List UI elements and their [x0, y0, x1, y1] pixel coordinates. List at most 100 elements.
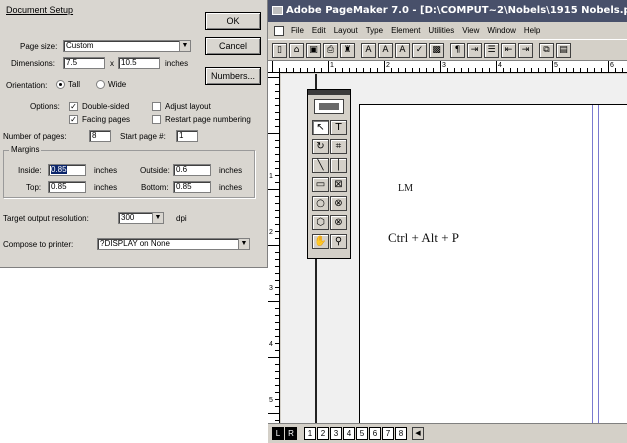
- pointer-tool-icon[interactable]: ↖: [312, 120, 329, 135]
- paragraph-icon[interactable]: ¶: [450, 42, 465, 58]
- ruler-tick: [531, 68, 532, 72]
- outside-field[interactable]: 0.6: [173, 164, 211, 176]
- open-icon[interactable]: ⌂: [289, 42, 304, 58]
- ruler-tick: [275, 343, 279, 344]
- text-tool-icon[interactable]: T: [330, 120, 347, 135]
- inside-field[interactable]: 0.85: [48, 164, 86, 176]
- ruler-tick: [275, 196, 279, 197]
- page-text-lm[interactable]: LM: [398, 183, 413, 194]
- page-size-label: Page size:: [20, 42, 58, 51]
- inside-unit: inches: [94, 166, 118, 175]
- ruler-number: 5: [554, 62, 558, 69]
- vertical-ruler[interactable]: 1 2 3 4 5: [268, 73, 280, 423]
- ruler-tick: [573, 68, 574, 72]
- rectangle-tool-icon[interactable]: ▭: [312, 177, 329, 192]
- master-page-tab[interactable]: L: [272, 427, 284, 440]
- ok-button[interactable]: OK: [205, 12, 261, 30]
- font-icon[interactable]: A: [361, 42, 376, 58]
- menu-window[interactable]: Window: [483, 22, 519, 39]
- decrease-indent-icon[interactable]: ⇤: [501, 42, 516, 58]
- menu-edit[interactable]: Edit: [308, 22, 330, 39]
- page-tab[interactable]: 4: [343, 427, 355, 440]
- page-tab[interactable]: 1: [304, 427, 316, 440]
- wide-radio[interactable]: [96, 80, 105, 89]
- font-larger-icon[interactable]: A: [378, 42, 393, 58]
- ruler-tick: [275, 336, 279, 337]
- menu-utilities[interactable]: Utilities: [424, 22, 458, 39]
- ruler-tick: [538, 68, 539, 72]
- top-field[interactable]: 0.85: [48, 181, 86, 193]
- menu-type[interactable]: Type: [362, 22, 387, 39]
- page-tab[interactable]: 8: [395, 427, 407, 440]
- printer-select[interactable]: ?DISPLAY on None ▼: [97, 238, 250, 250]
- page-tab[interactable]: 7: [382, 427, 394, 440]
- double-sided-label: Double-sided: [82, 102, 130, 111]
- ruler-tick: [275, 266, 279, 267]
- cancel-button[interactable]: Cancel: [205, 37, 261, 55]
- copy-icon[interactable]: ⧉: [539, 42, 554, 58]
- tall-radio[interactable]: [56, 80, 65, 89]
- document-page[interactable]: LM Ctrl + Alt + P: [359, 104, 627, 423]
- page-tab[interactable]: 3: [330, 427, 342, 440]
- bottom-field[interactable]: 0.85: [173, 181, 211, 193]
- double-sided-checkbox[interactable]: ✓: [69, 102, 78, 111]
- ruler-tick: [328, 61, 329, 72]
- rectangle-frame-tool-icon[interactable]: ⊠: [330, 177, 347, 192]
- height-field[interactable]: 10.5: [118, 57, 160, 69]
- number-of-pages-value: 8: [92, 131, 97, 140]
- page-tab[interactable]: 5: [356, 427, 368, 440]
- line-tool-icon[interactable]: ╲: [312, 158, 329, 173]
- paste-icon[interactable]: ▤: [556, 42, 571, 58]
- zoom-tool-icon[interactable]: ⚲: [330, 234, 347, 249]
- page-text-shortcut[interactable]: Ctrl + Alt + P: [388, 230, 459, 246]
- toolbox-title-bar[interactable]: [308, 90, 350, 95]
- save-icon[interactable]: ▣: [306, 42, 321, 58]
- resolution-select[interactable]: 300 ▼: [118, 212, 164, 224]
- menu-layout[interactable]: Layout: [330, 22, 362, 39]
- ruler-tick: [268, 133, 279, 134]
- polygon-frame-tool-icon[interactable]: ⊗: [330, 215, 347, 230]
- number-of-pages-field[interactable]: 8: [89, 130, 111, 142]
- crop-tool-icon[interactable]: ⌗: [330, 139, 347, 154]
- width-field[interactable]: 7.5: [63, 57, 105, 69]
- constrained-line-tool-icon[interactable]: │—: [330, 158, 347, 184]
- ruler-tick: [275, 231, 279, 232]
- ellipse-frame-tool-icon[interactable]: ⊗: [330, 196, 347, 211]
- restart-numbering-checkbox[interactable]: [152, 115, 161, 124]
- print-icon[interactable]: ⎙: [323, 42, 338, 58]
- menu-element[interactable]: Element: [387, 22, 424, 39]
- menu-help[interactable]: Help: [520, 22, 544, 39]
- rotate-tool-icon[interactable]: ↻: [312, 139, 329, 154]
- indent-icon[interactable]: ⇥: [467, 42, 482, 58]
- font-smaller-icon[interactable]: A: [395, 42, 410, 58]
- chevron-down-icon: ▼: [152, 213, 163, 223]
- start-page-field[interactable]: 1: [176, 130, 198, 142]
- menu-file[interactable]: File: [287, 22, 308, 39]
- increase-indent-icon[interactable]: ⇥: [518, 42, 533, 58]
- ruler-tick: [447, 68, 448, 72]
- document-canvas[interactable]: LM Ctrl + Alt + P ↖T↻⌗╲│—▭⊠○⊗⬡⊗✋⚲: [281, 74, 627, 423]
- hand-tool-icon[interactable]: ✋: [312, 234, 329, 249]
- bottom-value: 0.85: [176, 182, 192, 191]
- document-icon[interactable]: [274, 25, 284, 36]
- frame-icon[interactable]: ▩: [429, 42, 444, 58]
- spellcheck-icon[interactable]: ✓: [412, 42, 427, 58]
- ellipse-tool-icon[interactable]: ○: [312, 196, 329, 211]
- numbers-button[interactable]: Numbers...: [205, 67, 261, 85]
- find-icon[interactable]: ♜: [340, 42, 355, 58]
- scroll-left-icon[interactable]: ◀: [412, 427, 424, 440]
- page-tab[interactable]: 6: [369, 427, 381, 440]
- menu-view[interactable]: View: [458, 22, 483, 39]
- bullets-icon[interactable]: ☰: [484, 42, 499, 58]
- page-size-select[interactable]: Custom ▼: [63, 40, 191, 52]
- ruler-tick: [275, 168, 279, 169]
- ruler-tick: [275, 217, 279, 218]
- ruler-tick: [275, 378, 279, 379]
- adjust-layout-checkbox[interactable]: [152, 102, 161, 111]
- page-tab[interactable]: 2: [317, 427, 329, 440]
- facing-pages-checkbox[interactable]: ✓: [69, 115, 78, 124]
- polygon-tool-icon[interactable]: ⬡: [312, 215, 329, 230]
- master-page-tab[interactable]: R: [285, 427, 297, 440]
- horizontal-ruler[interactable]: 1 2 3 4 5 6: [268, 61, 627, 73]
- new-icon[interactable]: ▯: [272, 42, 287, 58]
